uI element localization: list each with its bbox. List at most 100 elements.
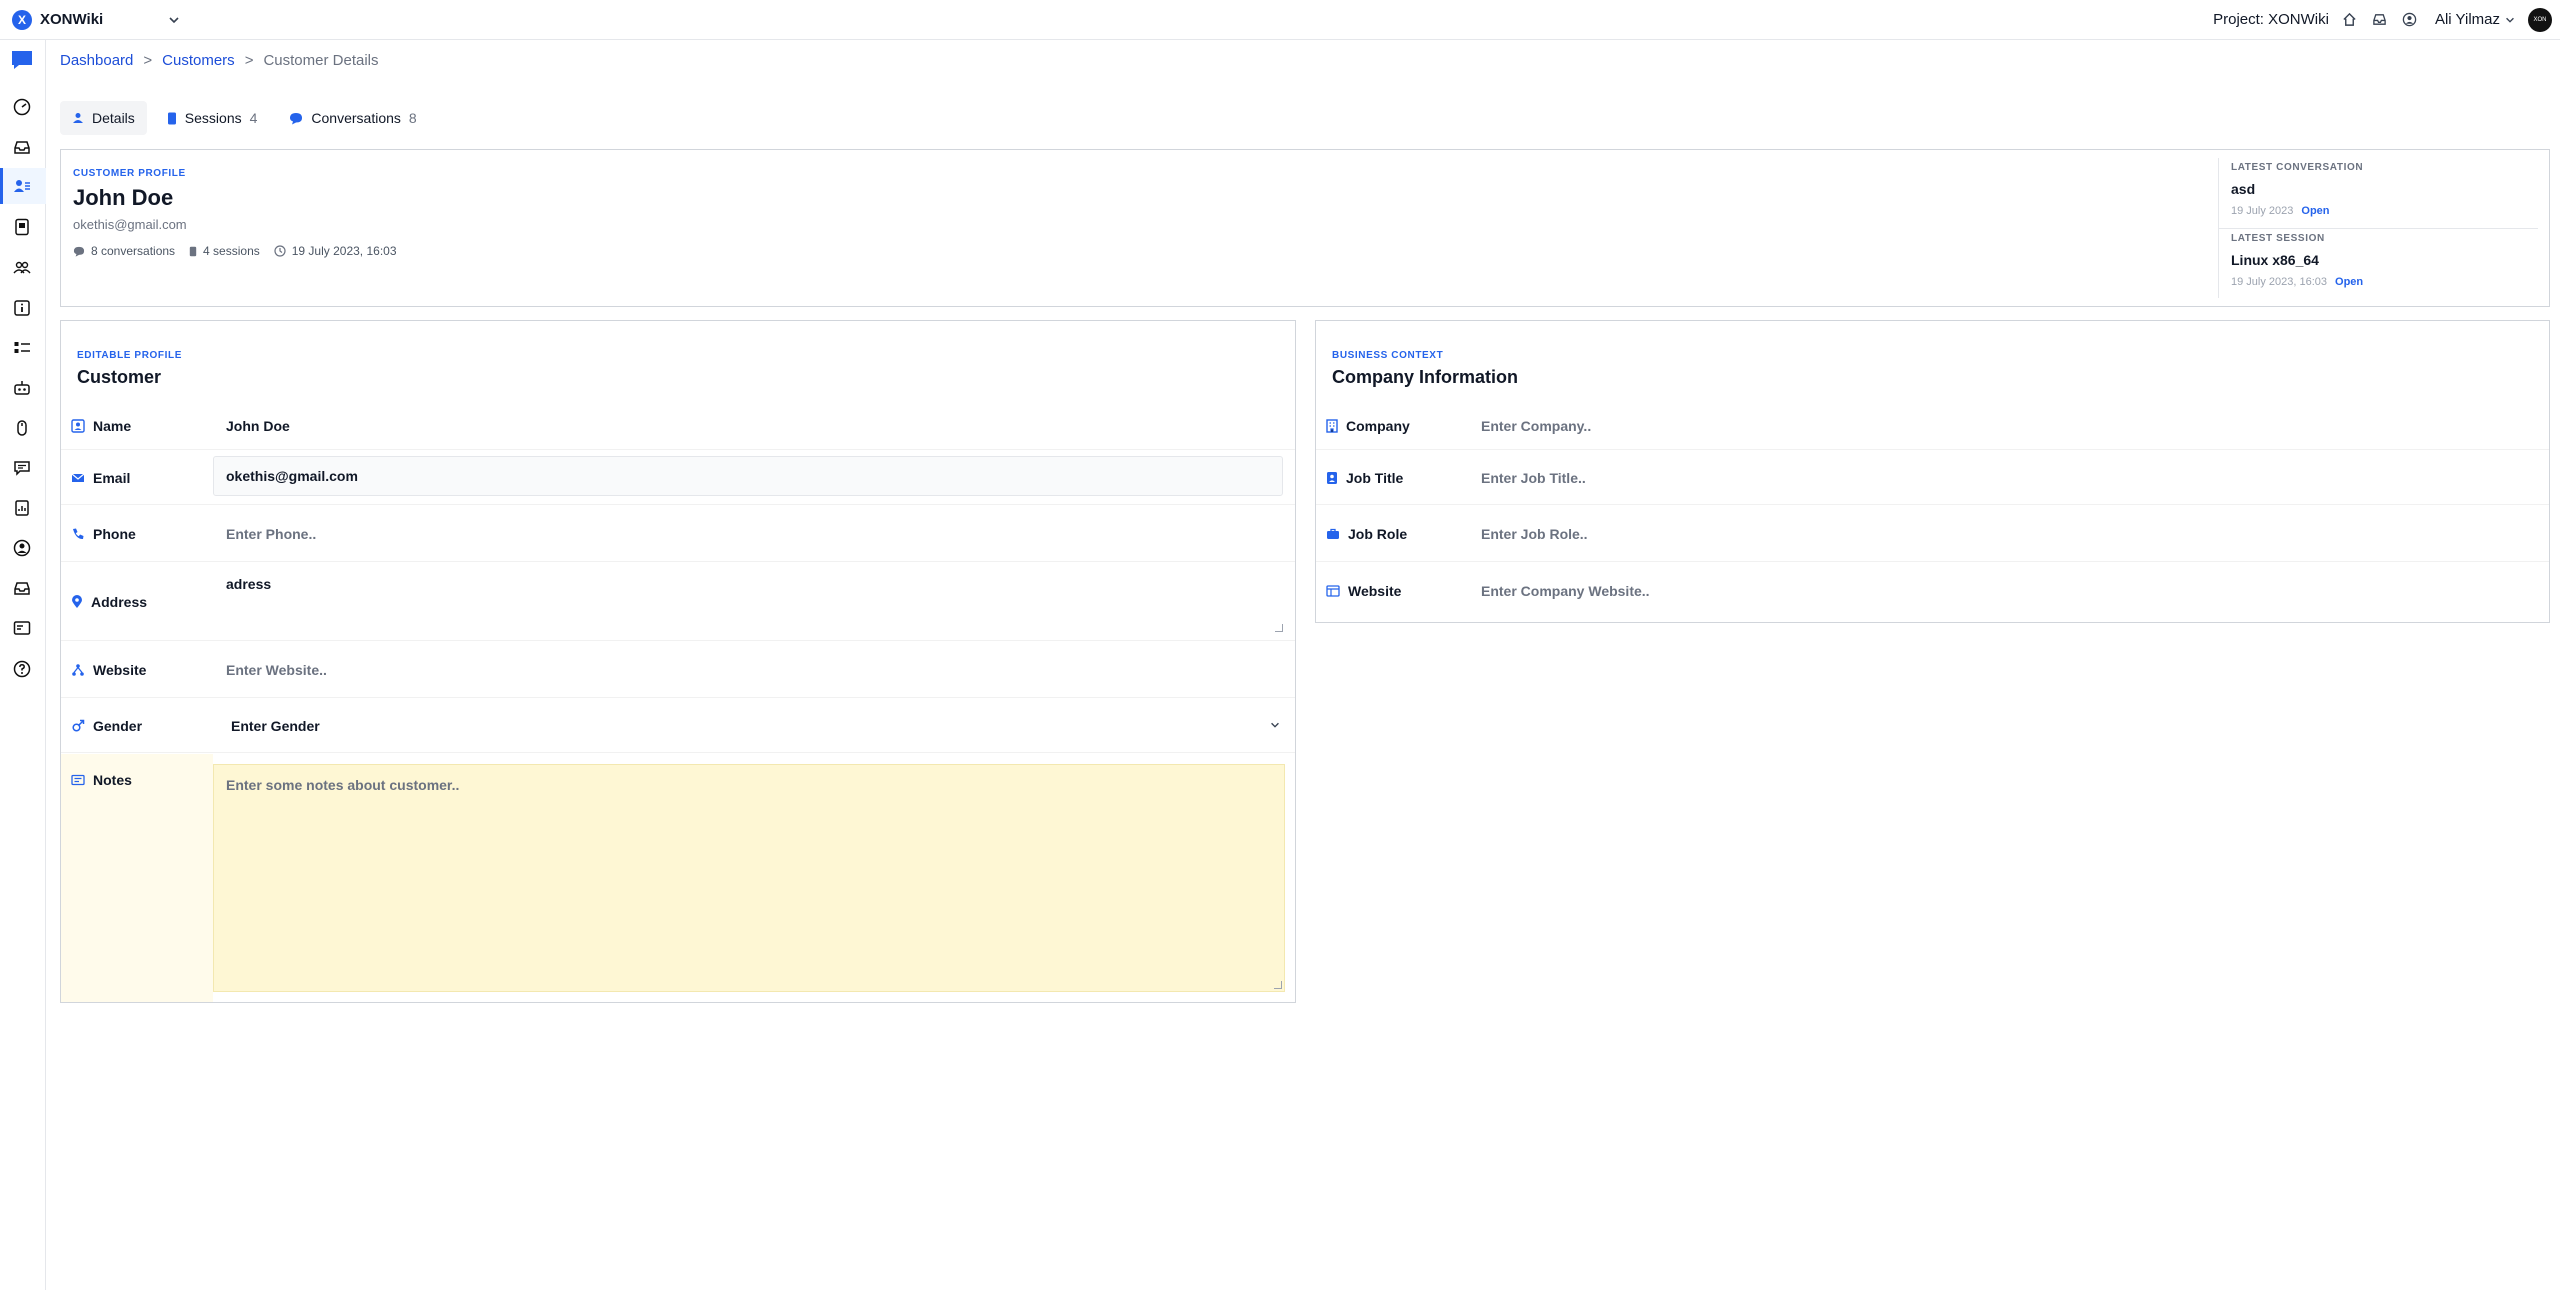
inbox-icon[interactable] — [2371, 11, 2389, 29]
address-field[interactable]: adress — [226, 576, 271, 592]
latest-session-date: 19 July 2023, 16:03 — [2231, 276, 2328, 288]
customers-icon[interactable] — [0, 168, 32, 204]
job-role-label-text: Job Role — [1348, 525, 1408, 542]
tab-bar: Details Sessions 4 Conversations 8 — [60, 101, 429, 135]
address-row: Address adress — [61, 563, 1295, 641]
address-label: Address — [71, 594, 147, 610]
customer-name: John Doe — [73, 185, 174, 210]
gender-label-text: Gender — [93, 717, 143, 734]
tab-conversations[interactable]: Conversations 8 — [277, 101, 428, 135]
tab-label: Details — [92, 110, 135, 126]
phone-label-text: Phone — [93, 525, 136, 542]
project-label: Project: XONWiki — [2213, 11, 2329, 28]
top-bar: X XONWiki Project: XONWiki Ali Yilmaz XO… — [0, 0, 2560, 40]
latest-session-kicker: LATEST SESSION — [2231, 233, 2325, 244]
tab-sessions[interactable]: Sessions 4 — [155, 101, 270, 135]
resize-handle-icon[interactable] — [1275, 624, 1283, 632]
website-row: Website Enter Website.. — [61, 642, 1295, 698]
editable-profile-panel: EDITABLE PROFILE Customer Name John Doe … — [60, 320, 1296, 1003]
briefcase-icon — [1327, 528, 1339, 539]
chat-logo-icon[interactable] — [10, 49, 34, 71]
bot-icon[interactable] — [12, 378, 32, 398]
notes-textarea[interactable]: Enter some notes about customer.. — [213, 764, 1285, 992]
latest-session-title: Linux x86_64 — [2231, 252, 2319, 268]
company-label-text: Company — [1346, 418, 1410, 434]
tab-label: Conversations — [311, 110, 401, 126]
email-label: Email — [71, 470, 130, 486]
notes-label-background — [61, 754, 213, 1002]
panel-title: Company Information — [1332, 367, 1519, 387]
account-icon[interactable] — [2401, 11, 2419, 29]
open-conversation-link[interactable]: Open — [2301, 205, 2329, 217]
breadcrumb-separator: > — [244, 52, 254, 69]
editable-kicker: EDITABLE PROFILE — [77, 350, 182, 361]
phone-field[interactable]: Enter Phone.. — [226, 526, 316, 542]
created-date: 19 July 2023, 16:03 — [274, 244, 397, 258]
chevron-down-icon[interactable] — [167, 13, 181, 27]
tab-details[interactable]: Details — [60, 101, 147, 135]
business-kicker: BUSINESS CONTEXT — [1332, 350, 1444, 361]
business-context-panel: BUSINESS CONTEXT Company Information Com… — [1315, 320, 2550, 623]
inbox-icon[interactable] — [12, 137, 32, 157]
messages-icon[interactable] — [12, 458, 32, 478]
address-label-text: Address — [91, 593, 148, 610]
user-menu[interactable]: Ali Yilmaz — [2435, 11, 2516, 28]
dashboard-icon[interactable] — [12, 97, 32, 117]
sidebar — [0, 40, 46, 1290]
mouse-icon[interactable] — [12, 418, 32, 438]
company-website-label-text: Website — [1348, 583, 1402, 599]
notes-label: Notes — [71, 772, 132, 788]
gender-select[interactable]: Enter Gender — [231, 718, 320, 734]
latest-session: LATEST SESSION Linux x86_64 19 July 2023… — [2219, 228, 2538, 298]
avatar[interactable]: XON — [2528, 7, 2552, 32]
resize-handle-icon[interactable] — [1274, 981, 1282, 989]
job-title-row: Job Title Enter Job Title.. — [1316, 451, 2549, 505]
gender-icon — [72, 719, 85, 732]
team-icon[interactable] — [12, 258, 32, 278]
created-date-text: 19 July 2023, 16:03 — [291, 244, 397, 258]
clock-icon — [274, 245, 286, 257]
workspace-switcher[interactable]: X XONWiki — [0, 9, 200, 30]
company-website-label: Website — [1326, 583, 1401, 599]
latest-conversation-title: asd — [2231, 181, 2256, 197]
customer-email: okethis@gmail.com — [73, 217, 187, 232]
name-label: Name — [71, 418, 131, 434]
chevron-down-icon[interactable] — [1269, 719, 1281, 731]
breadcrumb-customers[interactable]: Customers — [162, 52, 235, 69]
help-icon[interactable] — [12, 659, 32, 679]
email-field[interactable]: okethis@gmail.com — [213, 456, 1283, 496]
tasks-icon[interactable] — [12, 338, 32, 358]
info-icon[interactable] — [12, 298, 32, 318]
phone-icon — [73, 528, 84, 539]
home-icon[interactable] — [2341, 11, 2359, 29]
archive-icon[interactable] — [12, 578, 32, 598]
name-field[interactable]: John Doe — [226, 418, 290, 434]
app-logo-icon: X — [12, 9, 32, 30]
terminal-icon[interactable] — [12, 618, 32, 638]
company-field[interactable]: Enter Company.. — [1481, 418, 1591, 434]
browser-icon — [1326, 585, 1340, 597]
open-session-link[interactable]: Open — [2335, 276, 2363, 288]
website-field[interactable]: Enter Website.. — [226, 662, 327, 678]
device-icon[interactable] — [12, 217, 32, 237]
latest-conversation: LATEST CONVERSATION asd 19 July 2023 Open — [2219, 158, 2538, 228]
job-title-label-text: Job Title — [1346, 469, 1404, 486]
conversation-count-text: 8 conversations — [91, 244, 176, 258]
session-count-text: 4 sessions — [203, 244, 260, 258]
profile-icon[interactable] — [12, 538, 32, 558]
reports-icon[interactable] — [12, 498, 32, 518]
chat-bubble-icon — [73, 246, 85, 257]
building-icon — [1326, 419, 1338, 433]
breadcrumb-dashboard[interactable]: Dashboard — [60, 52, 133, 69]
name-row: Name John Doe — [61, 403, 1295, 450]
conversation-count: 8 conversations — [73, 244, 175, 258]
breadcrumb: Dashboard > Customers > Customer Details — [60, 52, 379, 69]
name-label-text: Name — [93, 418, 132, 434]
job-title-field[interactable]: Enter Job Title.. — [1481, 470, 1586, 486]
job-role-field[interactable]: Enter Job Role.. — [1481, 526, 1588, 542]
app-name: XONWiki — [40, 11, 104, 28]
company-website-field[interactable]: Enter Company Website.. — [1481, 583, 1650, 599]
customer-profile-card: CUSTOMER PROFILE John Doe okethis@gmail.… — [60, 149, 2550, 307]
latest-conversation-date: 19 July 2023 — [2231, 205, 2294, 217]
tab-count: 4 — [249, 110, 258, 126]
